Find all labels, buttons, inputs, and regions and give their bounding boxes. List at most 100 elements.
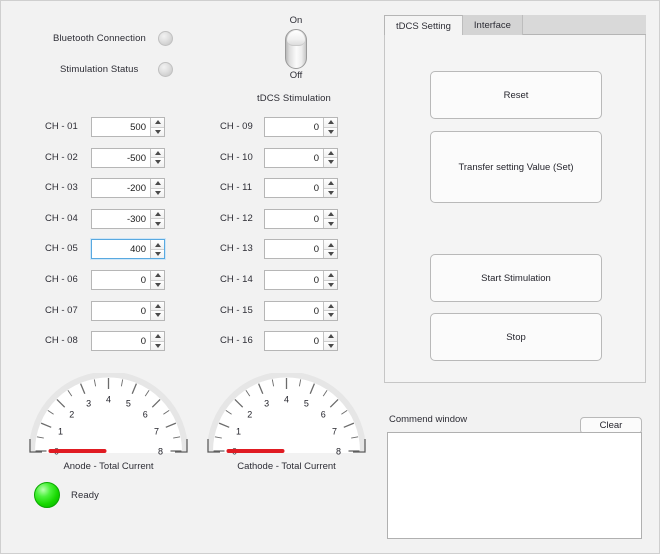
stepper-buttons — [323, 148, 337, 167]
channel-value-input[interactable]: 0 — [265, 271, 323, 289]
stepper-increment-button[interactable] — [151, 118, 164, 128]
command-window-label: Commend window — [389, 414, 468, 425]
channel-row-ch12: CH - 12 0 — [220, 208, 342, 229]
channel-value-input[interactable]: 500 — [92, 118, 150, 136]
channel-row-ch07: CH - 07 0 — [45, 300, 169, 321]
stepper-increment-button[interactable] — [151, 209, 164, 220]
channel-label: CH - 12 — [220, 212, 253, 224]
channel-value-stepper[interactable]: 500 — [91, 117, 165, 137]
channel-value-input[interactable]: -500 — [92, 148, 150, 167]
stepper-decrement-button[interactable] — [151, 219, 164, 228]
reset-button[interactable]: Reset — [430, 71, 602, 119]
stepper-increment-button[interactable] — [151, 332, 164, 342]
stepper-decrement-button[interactable] — [151, 188, 164, 198]
channel-value-stepper[interactable]: 0 — [91, 270, 165, 290]
channel-value-stepper[interactable]: 400 — [91, 239, 165, 260]
stop-button[interactable]: Stop — [430, 313, 602, 361]
channel-value-input[interactable]: -200 — [92, 179, 150, 198]
channel-value-stepper[interactable]: 0 — [264, 270, 338, 290]
channel-value-input[interactable]: 0 — [265, 148, 323, 167]
tab-tdcs-setting[interactable]: tDCS Setting — [384, 15, 463, 36]
channel-label: CH - 04 — [45, 212, 78, 224]
channel-value-input[interactable]: 0 — [265, 209, 323, 228]
stepper-decrement-button[interactable] — [151, 311, 164, 320]
channel-row-ch05: CH - 05 400 — [45, 239, 169, 260]
channel-value-input[interactable]: 0 — [265, 332, 323, 351]
channel-value-input[interactable]: 0 — [92, 301, 150, 320]
stepper-increment-button[interactable] — [151, 148, 164, 159]
stepper-decrement-button[interactable] — [324, 311, 337, 320]
stepper-buttons — [150, 179, 164, 198]
stepper-increment-button[interactable] — [324, 332, 337, 342]
channel-value-input[interactable]: 0 — [92, 271, 150, 289]
stepper-decrement-button[interactable] — [324, 127, 337, 136]
toggle-knob — [287, 31, 305, 46]
channel-value-input[interactable]: 0 — [92, 332, 150, 351]
channel-label: CH - 08 — [45, 335, 78, 347]
channel-value-input[interactable]: -300 — [92, 209, 150, 228]
channel-value-stepper[interactable]: 0 — [264, 331, 338, 352]
stepper-buttons — [323, 179, 337, 198]
channel-value-input[interactable]: 0 — [265, 118, 323, 136]
stepper-increment-button[interactable] — [151, 179, 164, 189]
start-stimulation-button[interactable]: Start Stimulation — [430, 254, 602, 302]
gauge-anode-dial: 012345678 — [29, 371, 188, 456]
chevron-down-icon — [154, 313, 161, 318]
stepper-buttons — [323, 271, 337, 289]
channel-value-stepper[interactable]: -200 — [91, 178, 165, 199]
stepper-decrement-button[interactable] — [324, 341, 337, 351]
channel-value-stepper[interactable]: 0 — [264, 239, 338, 260]
channel-value-input[interactable]: 400 — [92, 240, 150, 259]
stepper-decrement-button[interactable] — [151, 249, 164, 259]
stepper-decrement-button[interactable] — [151, 127, 164, 136]
stepper-decrement-button[interactable] — [324, 188, 337, 198]
stepper-increment-button[interactable] — [324, 118, 337, 128]
stepper-increment-button[interactable] — [324, 271, 337, 281]
stepper-decrement-button[interactable] — [151, 341, 164, 351]
chevron-down-icon — [154, 160, 161, 165]
chevron-up-icon — [154, 242, 161, 247]
channel-value-stepper[interactable]: 0 — [264, 147, 338, 168]
tab-interface[interactable]: Interface — [462, 15, 523, 35]
channel-label: CH - 06 — [45, 274, 78, 285]
channel-value-stepper[interactable]: 0 — [264, 178, 338, 199]
stepper-increment-button[interactable] — [324, 209, 337, 220]
chevron-down-icon — [327, 160, 334, 165]
chevron-down-icon — [327, 343, 334, 348]
command-window-output[interactable] — [387, 432, 642, 539]
stepper-buttons — [323, 332, 337, 351]
channel-value-stepper[interactable]: -500 — [91, 147, 165, 168]
channel-value-stepper[interactable]: 0 — [91, 331, 165, 352]
channel-label: CH - 03 — [45, 182, 78, 194]
stepper-increment-button[interactable] — [151, 301, 164, 312]
chevron-down-icon — [327, 252, 334, 257]
tdcs-stimulation-toggle[interactable] — [285, 29, 307, 69]
stepper-increment-button[interactable] — [324, 179, 337, 189]
channel-value-input[interactable]: 0 — [265, 301, 323, 320]
stepper-decrement-button[interactable] — [324, 280, 337, 289]
channel-value-input[interactable]: 0 — [265, 179, 323, 198]
stepper-increment-button[interactable] — [324, 240, 337, 250]
channel-value-stepper[interactable]: 0 — [264, 208, 338, 229]
channel-value-stepper[interactable]: 0 — [264, 300, 338, 321]
channel-value-stepper[interactable]: -300 — [91, 208, 165, 229]
status-indicator-bluetooth-label: Bluetooth Connection — [53, 33, 146, 44]
stepper-increment-button[interactable] — [324, 301, 337, 312]
stepper-decrement-button[interactable] — [324, 249, 337, 259]
channel-label: CH - 05 — [45, 243, 78, 255]
stepper-increment-button[interactable] — [151, 240, 164, 250]
gauge-tick-label: 3 — [264, 398, 269, 408]
stepper-decrement-button[interactable] — [324, 219, 337, 228]
channel-value-stepper[interactable]: 0 — [264, 117, 338, 137]
stepper-decrement-button[interactable] — [324, 158, 337, 167]
stepper-decrement-button[interactable] — [151, 280, 164, 289]
channel-value-input[interactable]: 0 — [265, 240, 323, 259]
stepper-increment-button[interactable] — [151, 271, 164, 281]
channel-value-stepper[interactable]: 0 — [91, 300, 165, 321]
gauge-tick-label: 2 — [69, 410, 74, 420]
stepper-increment-button[interactable] — [324, 148, 337, 159]
stepper-decrement-button[interactable] — [151, 158, 164, 167]
transfer-setting-value-button[interactable]: Transfer setting Value (Set) — [430, 131, 602, 203]
channel-label: CH - 11 — [220, 182, 253, 194]
gauge-tick-label: 7 — [154, 427, 159, 437]
